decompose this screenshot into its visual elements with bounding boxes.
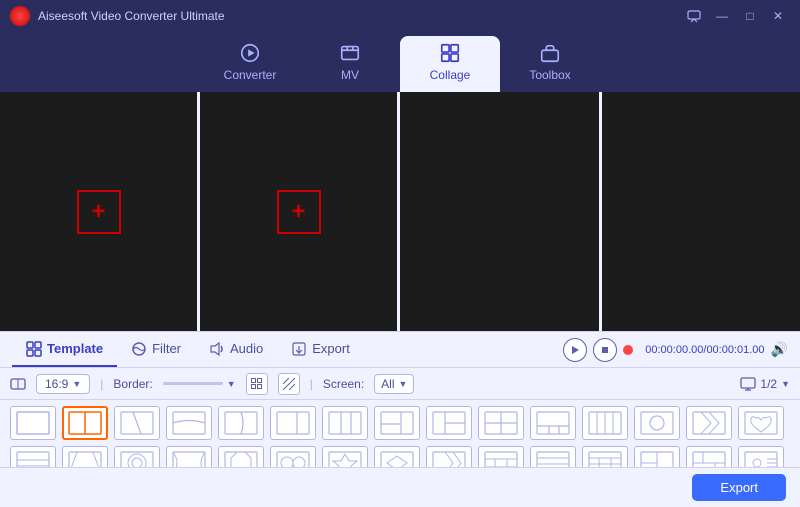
template-3vsplit[interactable] (322, 406, 368, 440)
main-content: + + Template (0, 92, 800, 507)
left-panel: + + (0, 92, 400, 331)
title-bar-controls: — □ ✕ (682, 6, 790, 26)
template-r2-15[interactable] (738, 446, 784, 467)
grid-icon[interactable] (246, 373, 268, 395)
monitor-icon (740, 377, 756, 391)
video-cell-2[interactable]: + (200, 92, 397, 331)
template-circle-split[interactable] (634, 406, 680, 440)
add-video-btn-1[interactable]: + (77, 190, 121, 234)
template-arrow[interactable] (686, 406, 732, 440)
preview-cell-1 (400, 92, 602, 331)
template-multicols[interactable] (582, 406, 628, 440)
monitor-select[interactable]: 1/2 ▼ (740, 377, 790, 391)
template-r2-5[interactable] (218, 446, 264, 467)
tab-toolbox[interactable]: Toolbox (500, 36, 600, 92)
playback-controls: 00:00:00.00/00:00:01.00 🔊 (563, 332, 788, 367)
template-1plus2[interactable] (426, 406, 472, 440)
title-bar-left: Aiseesoft Video Converter Ultimate (10, 6, 225, 26)
maximize-button[interactable]: □ (738, 6, 762, 26)
template-r2-12[interactable] (582, 446, 628, 467)
template-heart[interactable] (738, 406, 784, 440)
template-4grid[interactable] (478, 406, 524, 440)
template-diagonal[interactable] (166, 406, 212, 440)
template-r2-1[interactable] (10, 446, 56, 467)
video-area: + + (0, 92, 800, 332)
template-single[interactable] (10, 406, 56, 440)
ratio-icon (10, 376, 26, 392)
tab-converter[interactable]: Converter (200, 36, 300, 92)
template-r2-3[interactable] (114, 446, 160, 467)
template-grid (0, 400, 800, 467)
app-title: Aiseesoft Video Converter Ultimate (38, 9, 225, 23)
template-r2-11[interactable] (530, 446, 576, 467)
export-button[interactable]: Export (692, 474, 786, 501)
chat-icon[interactable] (682, 6, 706, 26)
right-panel (400, 92, 800, 331)
template-2plus1[interactable] (374, 406, 420, 440)
border-slider[interactable] (163, 382, 223, 385)
border-slider-wrap: ▼ (163, 379, 236, 389)
video-cell-1[interactable]: + (0, 92, 200, 331)
template-r2-6[interactable] (270, 446, 316, 467)
close-button[interactable]: ✕ (766, 6, 790, 26)
tab-mv[interactable]: MV (300, 36, 400, 92)
screen-select[interactable]: All ▼ (374, 374, 414, 394)
tab-filter[interactable]: Filter (117, 332, 195, 367)
time-display: 00:00:00.00/00:00:01.00 (645, 344, 764, 356)
tab-audio[interactable]: Audio (195, 332, 277, 367)
volume-icon[interactable]: 🔊 (771, 341, 788, 358)
template-row-2 (10, 446, 790, 467)
tab-template[interactable]: Template (12, 332, 117, 367)
bottom-tabs: Template Filter Audio Export (0, 332, 800, 368)
template-horiz-bigsmall[interactable] (270, 406, 316, 440)
template-rounded-split[interactable] (218, 406, 264, 440)
template-controls: 16:9 ▼ | Border: ▼ | Screen: (0, 368, 800, 400)
template-r2-9[interactable] (426, 446, 472, 467)
add-video-btn-2[interactable]: + (277, 190, 321, 234)
diagonal-icon[interactable] (278, 373, 300, 395)
stop-button[interactable] (593, 338, 617, 362)
record-indicator (623, 345, 633, 355)
minimize-button[interactable]: — (710, 6, 734, 26)
template-r2-7[interactable] (322, 446, 368, 467)
template-row-1 (10, 406, 790, 440)
title-bar: Aiseesoft Video Converter Ultimate — □ ✕ (0, 0, 800, 32)
template-r2-10[interactable] (478, 446, 524, 467)
template-r2-2[interactable] (62, 446, 108, 467)
template-vsplit-2[interactable] (62, 406, 108, 440)
tab-export-bottom[interactable]: Export (277, 332, 364, 367)
ratio-select[interactable]: 16:9 ▼ (36, 374, 90, 394)
nav-tabs: Converter MV Collage Toolbox (0, 32, 800, 92)
template-r2-13[interactable] (634, 446, 680, 467)
play-button[interactable] (563, 338, 587, 362)
template-r2-4[interactable] (166, 446, 212, 467)
template-irregular-1[interactable] (114, 406, 160, 440)
export-bar: Export (0, 467, 800, 507)
template-r2-8[interactable] (374, 446, 420, 467)
preview-cell-2 (602, 92, 800, 331)
app-logo (10, 6, 30, 26)
template-3top-1bottom[interactable] (530, 406, 576, 440)
tab-collage[interactable]: Collage (400, 36, 500, 92)
template-r2-14[interactable] (686, 446, 732, 467)
